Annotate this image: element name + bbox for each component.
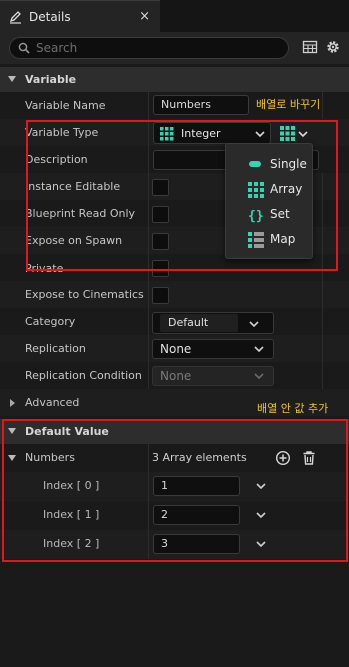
row-expose-cinematics: Expose to Cinematics [0,281,349,308]
highlight-box-type [26,120,338,271]
column-divider [322,92,323,119]
annotation-array-note: 배열로 바꾸기 [256,98,321,111]
gear-icon[interactable] [325,39,341,55]
expose-cinematics-label: Expose to Cinematics [25,288,144,301]
column-divider [322,362,323,389]
section-variable[interactable]: Variable [0,66,349,92]
section-title: Variable [25,73,77,86]
column-divider [148,92,149,119]
search-box[interactable] [9,37,289,59]
close-icon[interactable]: × [139,9,150,24]
tab-title: Details [29,9,71,24]
pencil-icon [9,10,21,24]
chevron-down-icon [254,346,264,353]
replication-value: None [160,342,192,356]
row-replication-condition: Replication Condition None [0,362,349,389]
advanced-label: Advanced [25,396,80,409]
replication-label: Replication [25,342,86,355]
column-divider [322,281,323,308]
replication-combo[interactable]: None [152,339,274,359]
column-divider [148,362,149,389]
column-divider [148,281,149,308]
column-divider [148,335,149,362]
variable-name-field[interactable]: Numbers [153,95,249,115]
variable-name-label: Variable Name [25,99,106,112]
chevron-down-icon [254,373,264,380]
collapsed-arrow-icon [10,399,15,407]
title-bar: Details × [0,0,349,32]
search-input[interactable] [36,41,256,55]
replication-condition-value: None [160,369,192,383]
expose-cinematics-checkbox[interactable] [152,287,169,304]
search-row [0,32,349,64]
category-value: Default [160,314,238,332]
replication-condition-combo: None [152,366,274,386]
table-view-icon[interactable] [302,39,318,55]
expand-arrow-icon [8,76,16,82]
chevron-down-icon [249,321,259,328]
replication-condition-label: Replication Condition [25,369,142,382]
details-tab[interactable]: Details × [0,0,160,32]
column-divider [322,308,323,335]
column-divider [148,308,149,335]
category-combo[interactable]: Default [152,312,274,334]
category-label: Category [25,315,76,328]
row-replication: Replication None [0,335,349,362]
search-icon [18,42,30,54]
highlight-box-default [2,419,348,562]
annotation-value-note: 배열 안 값 추가 [257,402,329,415]
column-divider [322,335,323,362]
